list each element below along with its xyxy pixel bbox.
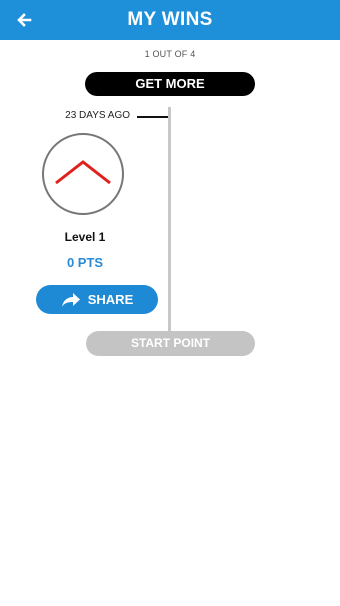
wins-counter: 1 OUT OF 4 — [144, 49, 196, 59]
timeline-line — [168, 107, 171, 337]
level-badge — [42, 133, 124, 215]
share-button[interactable]: SHARE — [36, 285, 158, 314]
level-label: Level 1 — [64, 230, 106, 244]
points-value: 0 PTS — [66, 255, 104, 270]
get-more-button[interactable]: GET MORE — [85, 72, 255, 96]
header-bar: MY WINS — [0, 0, 340, 40]
my-wins-screen: MY WINS 1 OUT OF 4 GET MORE 23 DAYS AGO … — [0, 0, 340, 606]
share-label: SHARE — [87, 292, 134, 307]
timeline-tick — [137, 116, 168, 118]
page-title: MY WINS — [127, 9, 213, 30]
chevron-up-icon — [55, 160, 111, 185]
start-point-marker: START POINT — [86, 331, 255, 356]
share-arrow-icon — [61, 292, 80, 307]
entry-time-ago: 23 DAYS AGO — [65, 110, 130, 121]
